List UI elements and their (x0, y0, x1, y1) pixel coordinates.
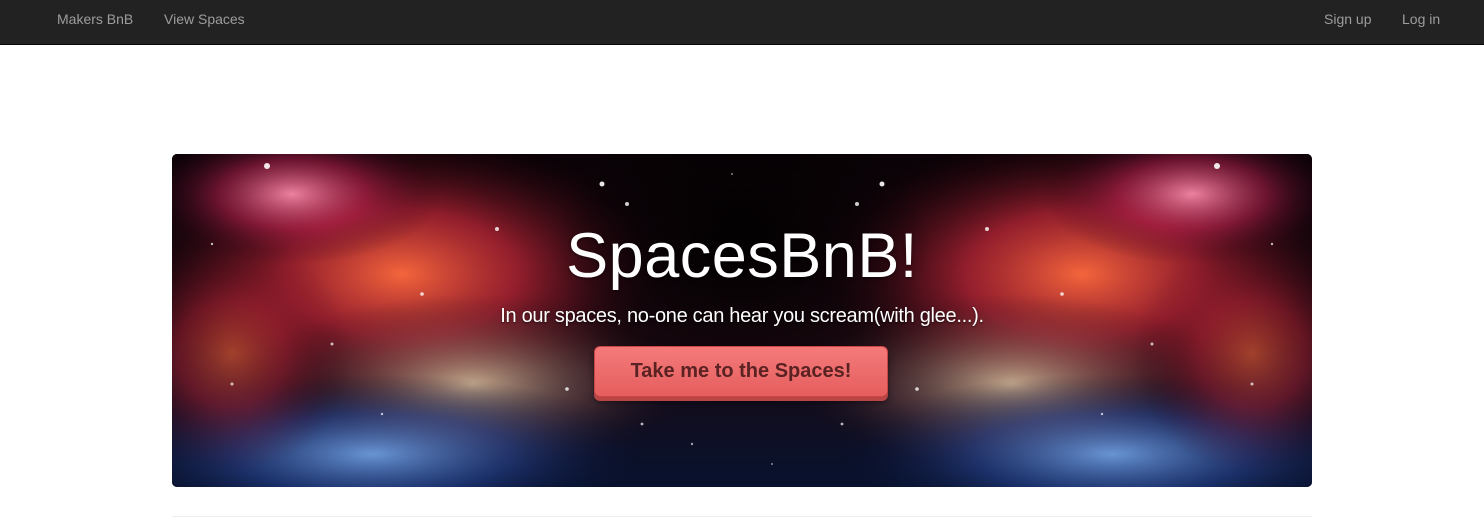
hero-jumbotron: SpacesBnB! In our spaces, no-one can hea… (172, 154, 1312, 487)
take-me-to-spaces-button[interactable]: Take me to the Spaces! (594, 346, 888, 397)
content-divider (172, 516, 1312, 517)
nav-sign-up-link[interactable]: Sign up (1324, 0, 1371, 38)
hero-subtitle: In our spaces, no-one can hear you screa… (500, 305, 984, 327)
nav-log-in-link[interactable]: Log in (1402, 0, 1440, 38)
nav-view-spaces-link[interactable]: View Spaces (164, 0, 245, 38)
hero-title: SpacesBnB! (566, 221, 918, 291)
top-navbar: Makers BnB View Spaces Sign up Log in (0, 0, 1484, 45)
brand-link[interactable]: Makers BnB (57, 0, 133, 38)
